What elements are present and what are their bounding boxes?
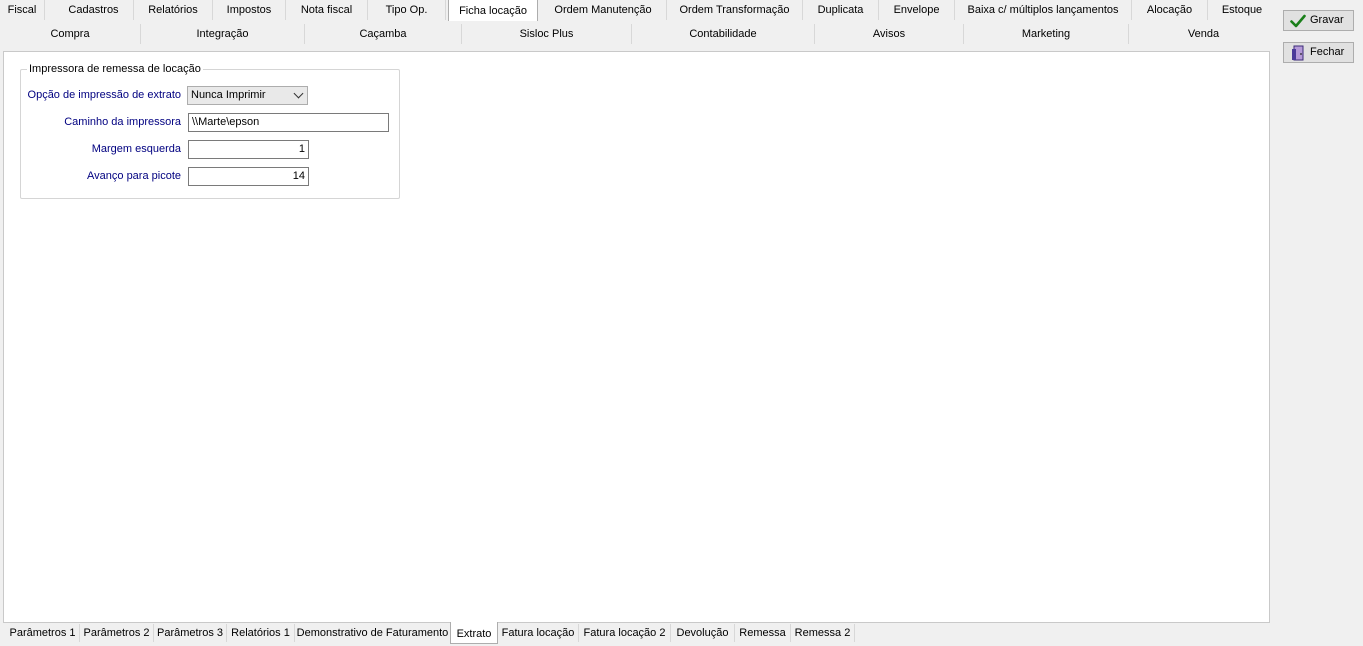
tab-contabilidade[interactable]: Contabilidade [632,24,815,44]
tab-duplicata[interactable]: Duplicata [803,0,879,20]
tab-alocacao[interactable]: Alocação [1132,0,1208,20]
tab-venda[interactable]: Venda [1129,24,1278,44]
close-button[interactable]: Fechar [1283,42,1354,63]
tab-ordem-transformacao[interactable]: Ordem Transformação [667,0,803,20]
tab-parametros-3[interactable]: Parâmetros 3 [154,624,227,642]
tab-relatorios[interactable]: Relatórios [134,0,213,20]
extract-option-select[interactable]: Nunca Imprimir [187,86,308,105]
tab-extrato[interactable]: Extrato [450,622,498,644]
tab-fatura-locacao-2[interactable]: Fatura locação 2 [579,624,671,642]
tab-sisloc-plus[interactable]: Sisloc Plus [462,24,632,44]
tab-ficha-locacao[interactable]: Ficha locação [448,0,538,21]
picote-input[interactable]: 14 [188,167,309,186]
tab-relatorios-1[interactable]: Relatórios 1 [227,624,295,642]
tab-fiscal[interactable]: Fiscal [0,0,45,20]
tab-marketing[interactable]: Marketing [964,24,1129,44]
tab-parametros-2[interactable]: Parâmetros 2 [80,624,154,642]
tab-compra[interactable]: Compra [0,24,141,44]
tab-ordem-manutencao[interactable]: Ordem Manutenção [540,0,667,20]
printer-group-title: Impressora de remessa de locação [29,63,201,75]
tab-devolucao[interactable]: Devolução [671,624,735,642]
close-button-label: Fechar [1310,46,1345,58]
tab-estoque[interactable]: Estoque [1208,0,1276,20]
tab-envelope[interactable]: Envelope [879,0,955,20]
chevron-down-icon [293,88,304,99]
printer-groupbox: Impressora de remessa de locação Opção d… [20,63,400,199]
tab-cacamba[interactable]: Caçamba [305,24,462,44]
printer-path-input[interactable]: \\Marte\epson [188,113,389,132]
tab-remessa[interactable]: Remessa [735,624,791,642]
check-icon [1290,13,1306,29]
tab-parametros-1[interactable]: Parâmetros 1 [6,624,80,642]
tab-tipo-op[interactable]: Tipo Op. [368,0,446,20]
save-button-label: Gravar [1310,14,1344,26]
tab-cadastros[interactable]: Cadastros [54,0,134,20]
save-button[interactable]: Gravar [1283,10,1354,31]
left-margin-label: Margem esquerda [91,143,181,155]
extract-option-value: Nunca Imprimir [191,89,266,101]
tab-impostos[interactable]: Impostos [213,0,286,20]
main-panel: Impressora de remessa de locação Opção d… [3,51,1270,623]
left-margin-input[interactable]: 1 [188,140,309,159]
tab-nota-fiscal[interactable]: Nota fiscal [286,0,368,20]
tab-integracao[interactable]: Integração [141,24,305,44]
tab-fatura-locacao[interactable]: Fatura locação [498,624,579,642]
picote-label: Avanço para picote [87,170,181,182]
tab-demonstrativo-faturamento[interactable]: Demonstrativo de Faturamento [295,624,451,642]
extract-option-label: Opção de impressão de extrato [27,89,181,101]
exit-door-icon [1290,45,1306,61]
tab-remessa-2[interactable]: Remessa 2 [791,624,855,642]
tab-avisos[interactable]: Avisos [815,24,964,44]
tab-baixa-multiplos[interactable]: Baixa c/ múltiplos lançamentos [955,0,1132,20]
printer-path-label: Caminho da impressora [64,116,181,128]
